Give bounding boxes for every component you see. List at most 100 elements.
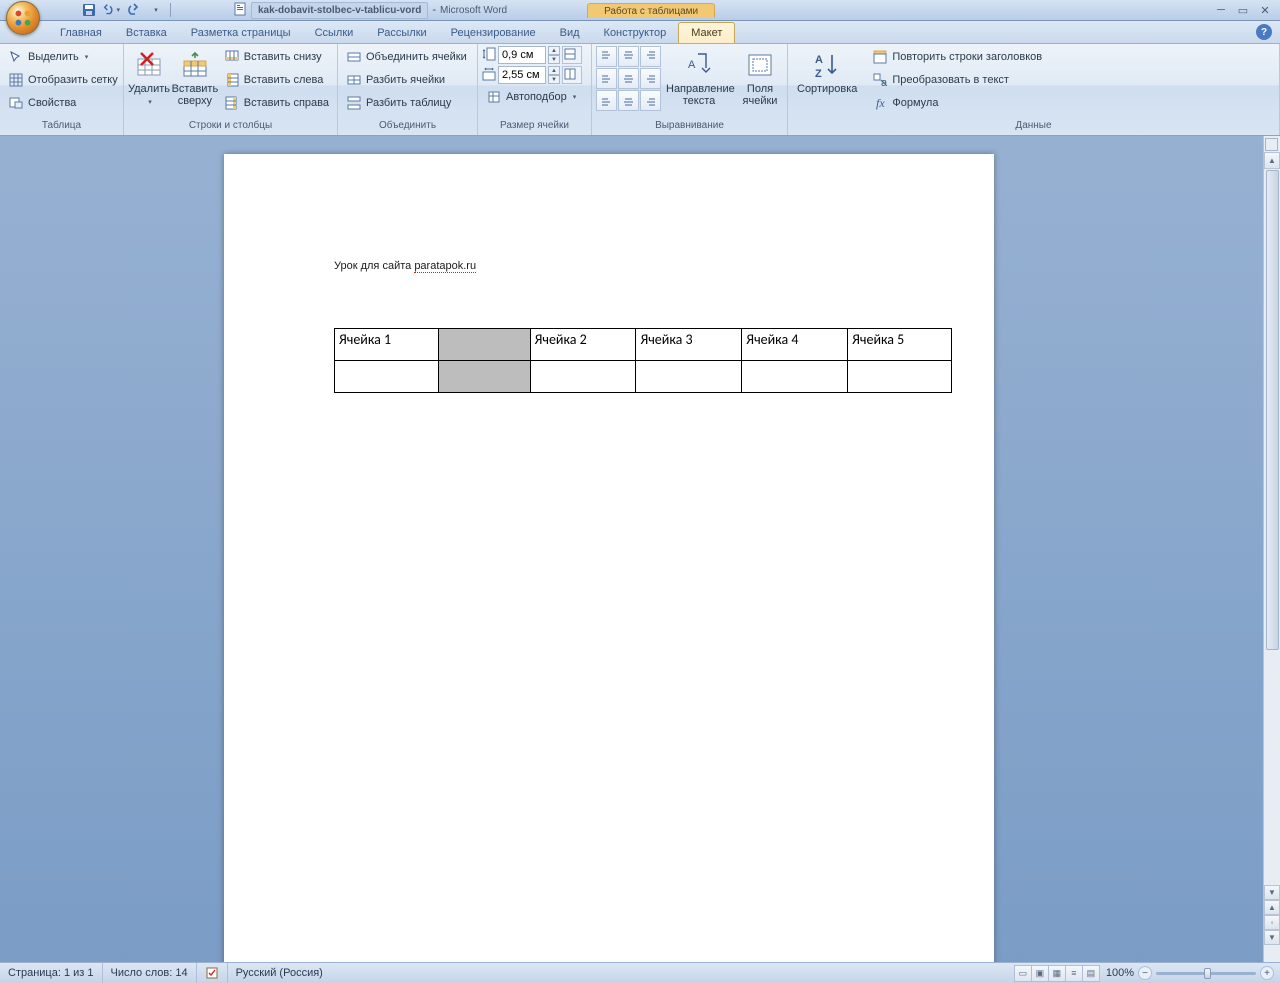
status-page[interactable]: Страница: 1 из 1 — [0, 963, 103, 983]
insert-right-button[interactable]: Вставить справа — [220, 92, 333, 114]
zoom-out-button[interactable]: − — [1138, 966, 1152, 980]
tab-insert[interactable]: Вставка — [114, 23, 179, 43]
view-print-layout[interactable]: ▭ — [1014, 965, 1032, 982]
col-width-input[interactable]: ▲▼ — [498, 66, 560, 84]
spin-up[interactable]: ▲ — [548, 66, 560, 75]
table-cell-selected[interactable] — [438, 329, 530, 361]
vertical-scrollbar[interactable]: ▲ ▼ ▲ ◦ ▼ — [1263, 136, 1280, 962]
table-cell[interactable] — [848, 361, 952, 393]
spin-down[interactable]: ▼ — [548, 75, 560, 84]
save-button[interactable] — [80, 1, 98, 19]
view-web-layout[interactable]: ▦ — [1048, 965, 1066, 982]
page[interactable]: Урок для сайта paratapok.ru Ячейка 1 Яче… — [224, 154, 994, 962]
table-cell[interactable] — [530, 361, 636, 393]
insert-left-button[interactable]: Вставить слева — [220, 69, 333, 91]
status-words[interactable]: Число слов: 14 — [103, 963, 197, 983]
col-width-field[interactable] — [498, 66, 546, 84]
insert-above-button[interactable]: Вставить сверху — [172, 46, 218, 110]
view-draft[interactable]: ▤ — [1082, 965, 1100, 982]
align-bot-left[interactable] — [596, 90, 617, 111]
table-cell[interactable] — [742, 361, 848, 393]
autofit-button[interactable]: Автоподбор▾ — [482, 86, 587, 108]
table-cell[interactable]: Ячейка 5 — [848, 329, 952, 361]
insert-below-icon — [224, 49, 240, 65]
table-cell[interactable]: Ячейка 4 — [742, 329, 848, 361]
split-cells-button[interactable]: Разбить ячейки — [342, 69, 473, 91]
row-height-field[interactable] — [498, 46, 546, 64]
formula-button[interactable]: fxФормула — [868, 92, 1046, 114]
status-bar: Страница: 1 из 1 Число слов: 14 Русский … — [0, 962, 1280, 983]
formula-label: Формула — [892, 97, 938, 109]
zoom-label[interactable]: 100% — [1106, 967, 1134, 979]
table-row[interactable]: Ячейка 1 Ячейка 2 Ячейка 3 Ячейка 4 Ячей… — [335, 329, 952, 361]
scroll-thumb[interactable] — [1266, 170, 1279, 650]
view-full-screen[interactable]: ▣ — [1031, 965, 1049, 982]
split-table-button[interactable]: Разбить таблицу — [342, 92, 473, 114]
spin-up[interactable]: ▲ — [548, 46, 560, 55]
undo-button[interactable]: ▾ — [102, 1, 120, 19]
table-row[interactable] — [335, 361, 952, 393]
table-cell[interactable]: Ячейка 2 — [530, 329, 636, 361]
tab-design[interactable]: Конструктор — [592, 23, 679, 43]
properties-button[interactable]: Свойства — [4, 92, 119, 114]
text-direction-button[interactable]: A Направление текста — [667, 46, 731, 110]
delete-button[interactable]: Удалить▾ — [128, 46, 170, 110]
repeat-header-button[interactable]: Повторить строки заголовков — [868, 46, 1046, 68]
minimize-button[interactable]: ─ — [1212, 3, 1230, 17]
office-button[interactable] — [6, 1, 40, 35]
align-top-left[interactable] — [596, 46, 617, 67]
table-cell-selected[interactable] — [438, 361, 530, 393]
zoom-slider[interactable] — [1156, 972, 1256, 975]
row-height-input[interactable]: ▲▼ — [498, 46, 560, 64]
table-cell[interactable]: Ячейка 1 — [335, 329, 439, 361]
distribute-cols-icon[interactable] — [562, 66, 582, 84]
next-page-button[interactable]: ▼ — [1264, 930, 1280, 945]
align-mid-left[interactable] — [596, 68, 617, 89]
insert-below-button[interactable]: Вставить снизу — [220, 46, 333, 68]
tab-layout[interactable]: Макет — [678, 22, 735, 43]
spin-down[interactable]: ▼ — [548, 55, 560, 64]
maximize-button[interactable]: ▭ — [1234, 3, 1252, 17]
close-button[interactable]: ✕ — [1256, 3, 1274, 17]
ruler-toggle[interactable] — [1265, 138, 1278, 151]
zoom-thumb[interactable] — [1204, 968, 1211, 979]
document-heading[interactable]: Урок для сайта paratapok.ru — [334, 244, 884, 276]
help-button[interactable]: ? — [1256, 24, 1272, 40]
view-gridlines-button[interactable]: Отобразить сетку — [4, 69, 119, 91]
align-top-center[interactable] — [618, 46, 639, 67]
sort-button[interactable]: AZ Сортировка — [792, 46, 862, 98]
tab-view[interactable]: Вид — [548, 23, 592, 43]
tab-references[interactable]: Ссылки — [303, 23, 366, 43]
merge-cells-button[interactable]: Объединить ячейки — [342, 46, 473, 68]
align-mid-right[interactable] — [640, 68, 661, 89]
browse-object-button[interactable]: ◦ — [1264, 915, 1280, 930]
svg-text:A: A — [815, 54, 823, 66]
document-area[interactable]: Урок для сайта paratapok.ru Ячейка 1 Яче… — [0, 136, 1280, 962]
scroll-up-button[interactable]: ▲ — [1264, 152, 1280, 169]
convert-to-text-button[interactable]: abПреобразовать в текст — [868, 69, 1046, 91]
qat-customize-button[interactable]: ▾ — [146, 1, 164, 19]
document-table[interactable]: Ячейка 1 Ячейка 2 Ячейка 3 Ячейка 4 Ячей… — [334, 328, 952, 393]
status-proofing[interactable] — [197, 963, 228, 983]
align-mid-center[interactable] — [618, 68, 639, 89]
tab-page-layout[interactable]: Разметка страницы — [179, 23, 303, 43]
zoom-in-button[interactable]: + — [1260, 966, 1274, 980]
tab-mailings[interactable]: Рассылки — [365, 23, 438, 43]
select-button[interactable]: Выделить▾ — [4, 46, 119, 68]
prev-page-button[interactable]: ▲ — [1264, 900, 1280, 915]
tab-review[interactable]: Рецензирование — [439, 23, 548, 43]
redo-button[interactable] — [124, 1, 142, 19]
tab-home[interactable]: Главная — [48, 23, 114, 43]
align-top-right[interactable] — [640, 46, 661, 67]
table-cell[interactable] — [636, 361, 742, 393]
table-cell[interactable] — [335, 361, 439, 393]
align-bot-center[interactable] — [618, 90, 639, 111]
scroll-down-button[interactable]: ▼ — [1264, 885, 1280, 900]
align-bot-right[interactable] — [640, 90, 661, 111]
chevron-down-icon: ▾ — [148, 99, 152, 106]
table-cell[interactable]: Ячейка 3 — [636, 329, 742, 361]
distribute-rows-icon[interactable] — [562, 46, 582, 64]
status-language[interactable]: Русский (Россия) — [228, 963, 331, 983]
cell-margins-button[interactable]: Поля ячейки — [737, 46, 783, 110]
view-outline[interactable]: ≡ — [1065, 965, 1083, 982]
